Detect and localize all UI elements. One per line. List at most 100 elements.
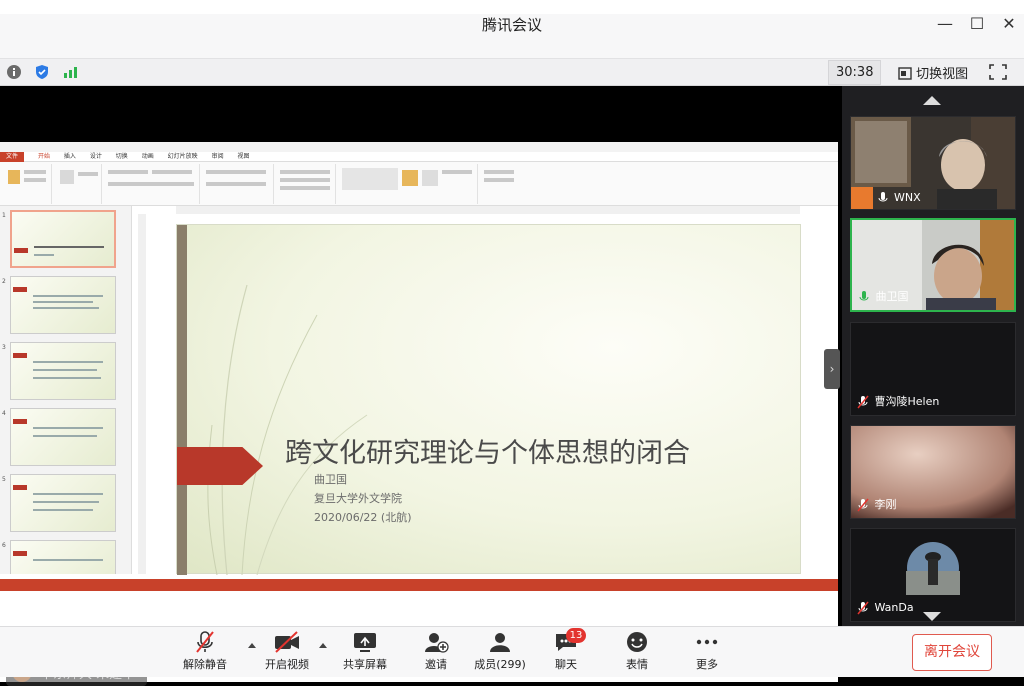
slide-title: 跨文化研究理论与个体思想的闭合 xyxy=(285,438,690,469)
vertical-ruler xyxy=(138,214,146,574)
thumb-number: 3 xyxy=(2,344,6,351)
shared-screen-area: 文件 开始 插入 设计 切换 动画 幻灯片放映 审阅 视图 1 2 3 4 5 … xyxy=(0,86,842,686)
participant-name: 曲卫国 xyxy=(875,290,909,303)
powerpoint-window: 文件 开始 插入 设计 切换 动画 幻灯片放映 审阅 视图 1 2 3 4 5 … xyxy=(0,142,838,682)
members-label: 成员(299) xyxy=(474,658,526,671)
leave-meeting-button[interactable]: 离开会议 xyxy=(912,634,992,671)
microphone-muted-icon xyxy=(857,601,869,615)
slide-thumbnail xyxy=(10,540,116,574)
share-screen-label: 共享屏幕 xyxy=(343,658,387,671)
maximize-button[interactable]: ☐ xyxy=(964,14,990,33)
chat-label: 聊天 xyxy=(555,658,577,671)
ppt-tab-insert: 插入 xyxy=(63,153,76,160)
slide-thumbnail xyxy=(10,210,116,268)
ribbon-group-clipboard xyxy=(2,164,52,204)
more-button[interactable]: 更多 xyxy=(675,630,739,676)
members-button[interactable]: 成员(299) xyxy=(468,630,532,676)
security-shield-icon[interactable] xyxy=(34,64,50,80)
invite-button[interactable]: 邀请 xyxy=(404,630,468,676)
share-screen-icon xyxy=(354,633,376,652)
reactions-button[interactable]: 表情 xyxy=(605,630,669,676)
slide-left-band xyxy=(177,225,187,575)
thumb-number: 6 xyxy=(2,542,6,549)
slide-thumbnail xyxy=(10,408,116,466)
reactions-label: 表情 xyxy=(626,658,648,671)
ppt-tab-slideshow: 幻灯片放映 xyxy=(167,153,198,160)
meeting-toolbar: 30:38 切换视图 xyxy=(0,58,1024,86)
ribbon-group-slides xyxy=(54,164,102,204)
ppt-titlebar xyxy=(0,142,838,152)
participant-tile[interactable]: 曲卫国 xyxy=(850,218,1016,312)
participant-label: 曲卫国 xyxy=(858,288,913,306)
microphone-muted-icon xyxy=(857,395,869,409)
participant-tile[interactable]: WanDa xyxy=(850,528,1016,622)
chat-unread-badge: 13 xyxy=(566,628,586,643)
participant-name: WanDa xyxy=(874,601,914,614)
members-icon xyxy=(490,633,510,652)
participant-label: WNX xyxy=(851,187,925,209)
collapse-panel-handle[interactable]: › xyxy=(824,349,840,389)
slide-thumbnail xyxy=(10,276,116,334)
more-dots-icon xyxy=(696,639,718,645)
switch-view-icon xyxy=(898,67,912,80)
ppt-tab-animations: 动画 xyxy=(141,153,154,160)
participant-label: 李刚 xyxy=(857,496,901,514)
participant-name: WNX xyxy=(894,191,921,204)
ppt-status-bar xyxy=(0,579,838,591)
scroll-up-arrow-icon[interactable] xyxy=(923,96,941,105)
window-title: 腾讯会议 xyxy=(481,16,542,34)
slide-thumbnail xyxy=(10,474,116,532)
ribbon-group-editing xyxy=(480,164,520,204)
signal-icon[interactable] xyxy=(62,64,78,80)
switch-view-label: 切换视图 xyxy=(916,67,969,82)
info-icon[interactable] xyxy=(6,64,22,80)
slide-thumbnail-pane: 1 2 3 4 5 6 xyxy=(0,206,132,574)
microphone-muted-icon xyxy=(196,631,214,653)
slide-date: 2020/06/22 (北航) xyxy=(314,511,412,524)
share-screen-button[interactable]: 共享屏幕 xyxy=(333,630,397,676)
start-video-button[interactable]: 开启视频 xyxy=(255,630,319,676)
ppt-tab-design: 设计 xyxy=(89,153,102,160)
switch-view-button[interactable]: 切换视图 xyxy=(898,63,968,82)
ppt-ribbon xyxy=(0,162,838,206)
participant-name: 曹沟陵Helen xyxy=(874,395,940,408)
camera-off-icon xyxy=(275,631,299,653)
more-label: 更多 xyxy=(696,658,718,671)
ppt-ribbon-tabs: 文件 开始 插入 设计 切换 动画 幻灯片放映 审阅 视图 xyxy=(0,152,838,163)
participant-tile[interactable]: 曹沟陵Helen xyxy=(850,322,1016,416)
slide-thumbnail xyxy=(10,342,116,400)
thumb-number: 5 xyxy=(2,476,6,483)
invite-user-icon xyxy=(425,633,449,653)
unmute-label: 解除静音 xyxy=(183,658,227,671)
thumb-number: 4 xyxy=(2,410,6,417)
fullscreen-icon[interactable] xyxy=(988,63,1008,81)
participant-tile[interactable]: WNX xyxy=(850,116,1016,210)
microphone-active-icon xyxy=(859,291,869,301)
horizontal-ruler xyxy=(176,206,800,214)
ppt-tab-transitions: 切换 xyxy=(115,153,128,160)
host-avatar-icon xyxy=(851,187,873,209)
slide-author: 曲卫国 xyxy=(314,473,347,486)
participant-avatar xyxy=(906,542,960,595)
start-video-label: 开启视频 xyxy=(265,658,309,671)
ribbon-group-text xyxy=(276,164,336,204)
video-options-caret-icon[interactable] xyxy=(319,643,327,648)
current-slide: 跨文化研究理论与个体思想的闭合 曲卫国 复旦大学外文学院 2020/06/22 … xyxy=(176,224,801,575)
ribbon-group-paragraph xyxy=(202,164,274,204)
unmute-button[interactable]: 解除静音 xyxy=(173,630,237,676)
microphone-icon xyxy=(878,192,887,202)
ppt-tab-review: 审阅 xyxy=(211,153,224,160)
participant-label: WanDa xyxy=(857,599,918,617)
participant-tile[interactable]: 李刚 xyxy=(850,425,1016,519)
participant-name: 李刚 xyxy=(874,498,897,511)
slide-affiliation: 复旦大学外文学院 xyxy=(314,492,402,505)
smiley-icon xyxy=(627,632,647,652)
scroll-down-arrow-icon[interactable] xyxy=(923,612,941,621)
participant-label: 曹沟陵Helen xyxy=(857,393,943,411)
ribbon-group-font xyxy=(104,164,200,204)
microphone-muted-icon xyxy=(857,498,869,512)
minimize-button[interactable]: — xyxy=(932,14,958,33)
close-button[interactable]: ✕ xyxy=(996,14,1022,33)
meeting-timer: 30:38 xyxy=(828,60,882,85)
ribbon-group-drawing xyxy=(338,164,478,204)
